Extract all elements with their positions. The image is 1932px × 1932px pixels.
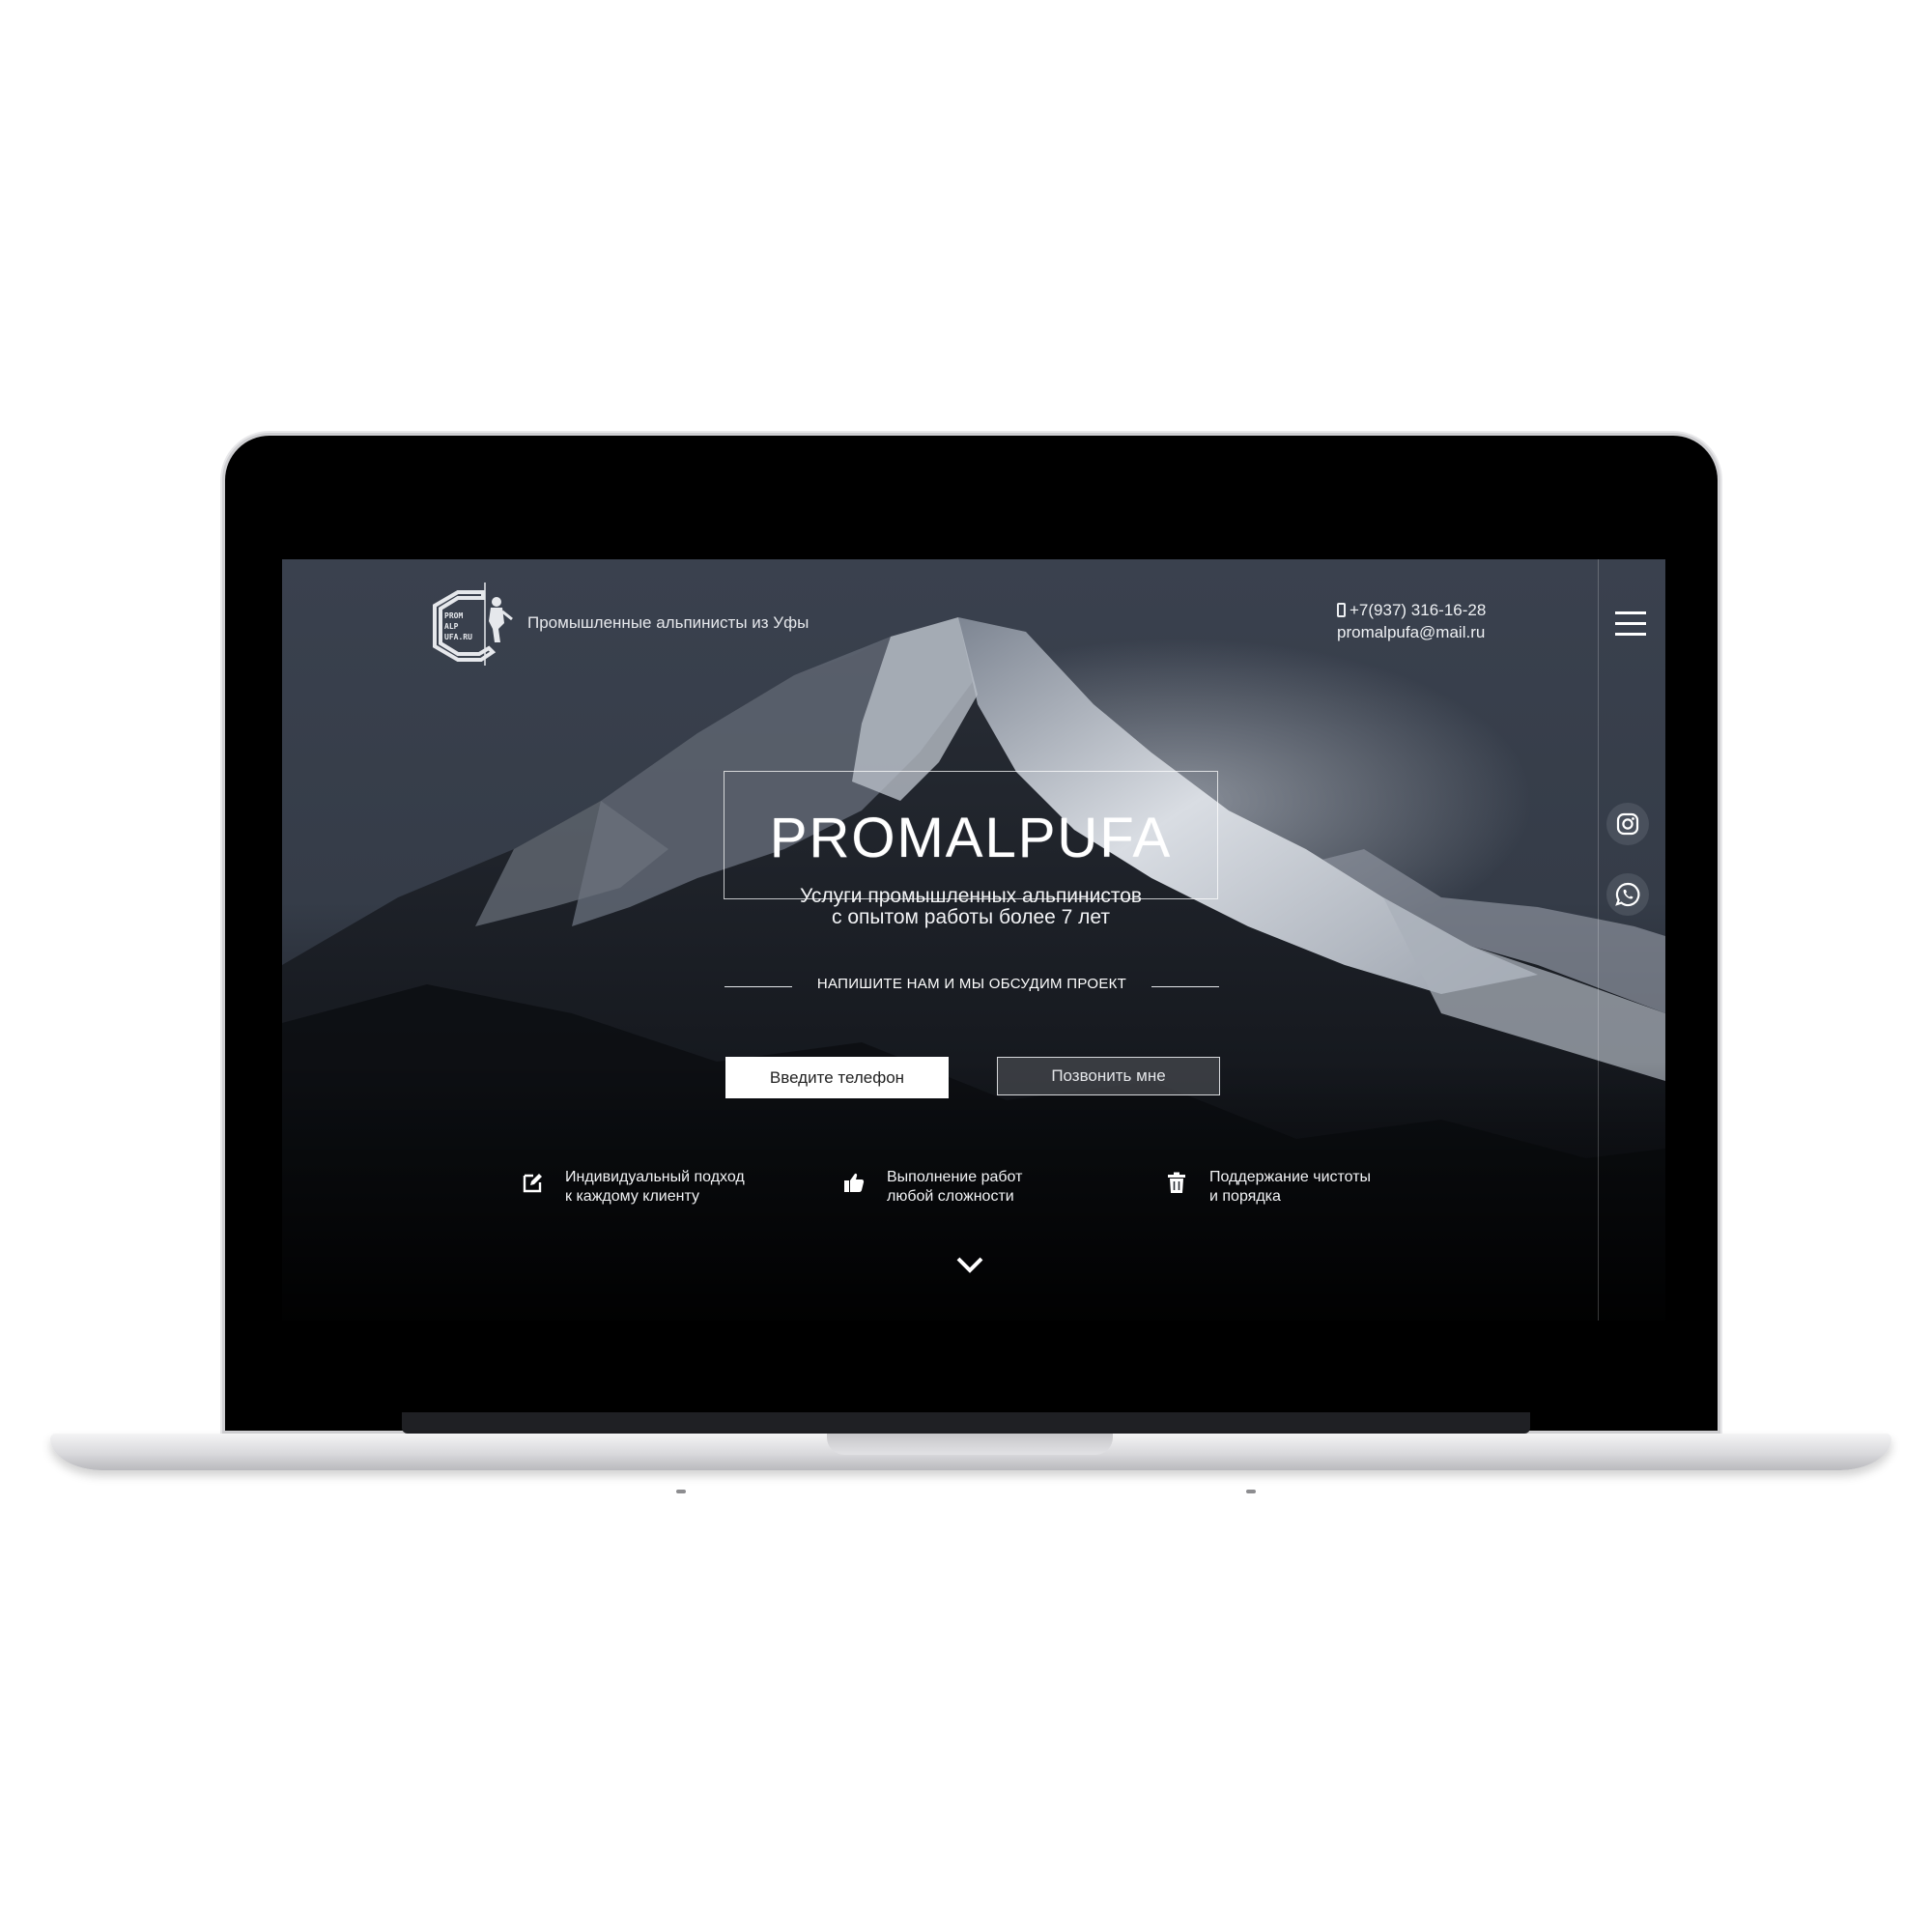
cta-heading: НАПИШИТЕ НАМ И МЫ ОБСУДИМ ПРОЕКТ: [816, 976, 1127, 992]
feature-text: Индивидуальный подход к каждому клиенту: [565, 1168, 745, 1207]
brand-title: PROMALPUFA: [769, 807, 1173, 869]
cta-divider-right: [1151, 986, 1219, 987]
call-me-button[interactable]: Позвонить мне: [997, 1057, 1220, 1095]
hamburger-menu-icon[interactable]: [1615, 611, 1646, 637]
instagram-icon: [1616, 812, 1639, 836]
whatsapp-button[interactable]: [1606, 873, 1649, 916]
phone-icon: [1337, 603, 1346, 617]
instagram-button[interactable]: [1606, 803, 1649, 845]
feature-item: Поддержание чистоты и порядка: [1165, 1168, 1371, 1207]
logo-text-1: PROM: [444, 611, 463, 620]
laptop-notch: [827, 1434, 1113, 1455]
cta-divider-left: [724, 986, 792, 987]
laptop-hinge: [402, 1412, 1530, 1434]
whatsapp-icon: [1615, 882, 1640, 907]
header-email[interactable]: promalpufa@mail.ru: [1337, 623, 1485, 642]
feature-item: Индивидуальный подход к каждому клиенту: [521, 1168, 745, 1207]
right-rail-divider: [1598, 559, 1599, 1321]
feature-text: Поддержание чистоты и порядка: [1209, 1168, 1371, 1207]
feature-item: Выполнение работ любой сложности: [842, 1168, 1022, 1207]
phone-number[interactable]: +7(937) 316-16-28: [1350, 601, 1486, 619]
thumbs-up-icon: [844, 1173, 865, 1192]
hero-subtitle-line1: Услуги промышленных альпинистов: [799, 885, 1143, 907]
edit-icon: [523, 1174, 542, 1193]
trash-icon: [1168, 1172, 1185, 1193]
chevron-down-icon[interactable]: [954, 1255, 985, 1276]
feature-line2: к каждому клиенту: [565, 1188, 699, 1205]
laptop-foot: [676, 1490, 686, 1493]
feature-line2: и порядка: [1209, 1188, 1281, 1205]
feature-text: Выполнение работ любой сложности: [887, 1168, 1022, 1207]
laptop-foot: [1246, 1490, 1256, 1493]
phone-input[interactable]: [725, 1057, 949, 1098]
feature-line1: Выполнение работ: [887, 1169, 1023, 1185]
header-phone[interactable]: +7(937) 316-16-28: [1337, 601, 1486, 620]
feature-line2: любой сложности: [887, 1188, 1014, 1205]
logo-text-2: ALP: [444, 622, 459, 631]
feature-line1: Поддержание чистоты: [1209, 1169, 1372, 1185]
feature-line1: Индивидуальный подход: [565, 1169, 745, 1185]
hero-subtitle-line2: с опытом работы более 7 лет: [831, 906, 1111, 928]
hero-subtitle: Услуги промышленных альпинистов с опытом…: [724, 886, 1218, 928]
website-screen: PROM ALP UFA.RU Промышленные альпинисты …: [282, 559, 1665, 1321]
company-logo[interactable]: PROM ALP UFA.RU: [429, 579, 514, 671]
logo-text-3: UFA.RU: [444, 633, 472, 641]
site-tagline: Промышленные альпинисты из Уфы: [527, 613, 810, 632]
